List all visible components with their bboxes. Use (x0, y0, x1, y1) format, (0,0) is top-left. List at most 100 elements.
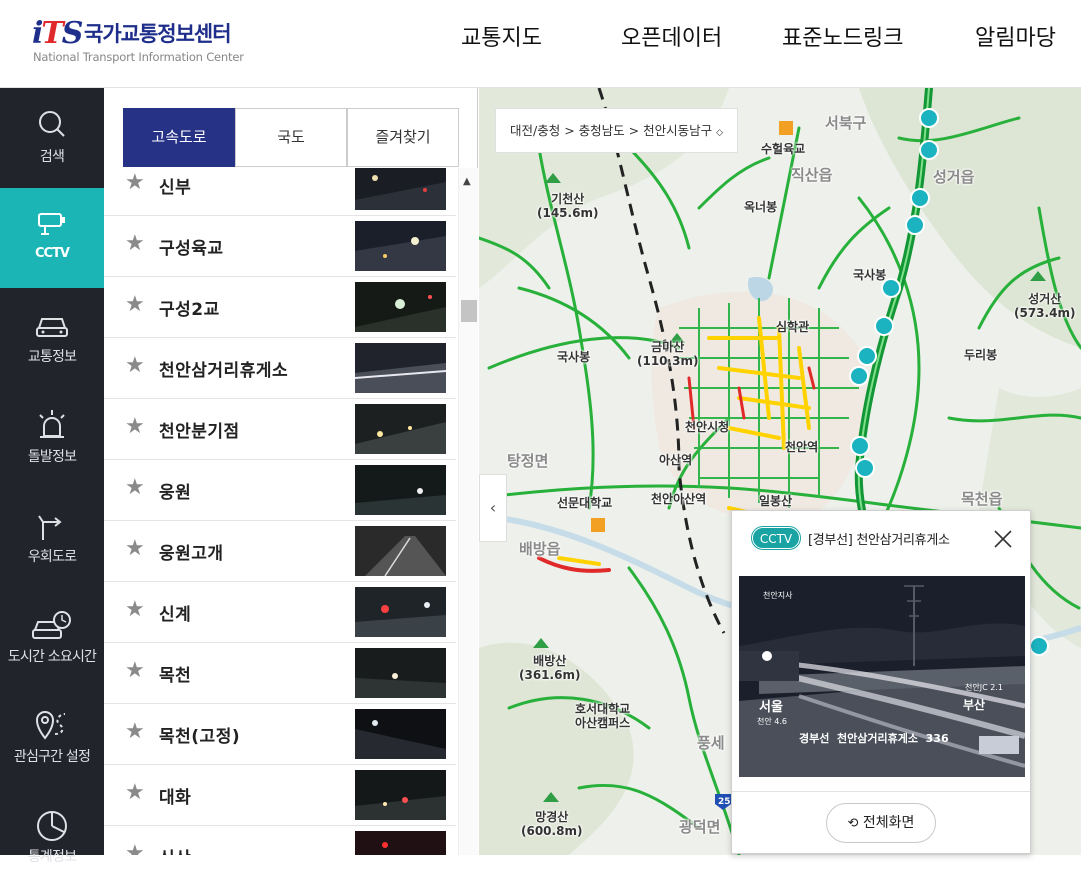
map-label: 심학관 (776, 320, 810, 334)
cctv-name: 대화 (159, 788, 192, 808)
search-icon (39, 111, 65, 137)
favorite-star-icon[interactable]: ★ (125, 538, 145, 560)
list-item[interactable]: ★ 대화 (104, 765, 456, 826)
cctv-thumbnail (355, 770, 446, 820)
favorite-star-icon[interactable]: ★ (125, 721, 145, 743)
sidebar-item-label: 도시간 소요시간 (7, 649, 97, 665)
dropdown-arrow-icon[interactable]: ◇ (716, 128, 723, 138)
favorite-star-icon[interactable]: ★ (125, 782, 145, 804)
favorite-star-icon[interactable]: ★ (125, 660, 145, 682)
favorite-star-icon[interactable]: ★ (125, 294, 145, 316)
fullscreen-refresh-icon: ⟲ (847, 816, 859, 831)
breadcrumb-separator: > (628, 123, 644, 138)
tab-expressway[interactable]: 고속도로 (123, 108, 235, 167)
cctv-thumbnail (355, 587, 446, 637)
cctv-icon (38, 213, 65, 235)
sidebar-item-stats[interactable]: 통계정보 (0, 788, 104, 888)
detour-icon (38, 515, 62, 540)
map-district-label: 성거읍 (933, 168, 975, 186)
fullscreen-button[interactable]: ⟲ 전체화면 (826, 803, 936, 843)
favorite-star-icon[interactable]: ★ (125, 416, 145, 438)
map-district-label: 광덕면 (679, 818, 721, 836)
sidebar-item-incident[interactable]: 돌발정보 (0, 388, 104, 488)
sidebar-item-label: 검색 (39, 149, 65, 165)
map-label: 수헐육교 (761, 142, 806, 156)
nav-traffic-map[interactable]: 교통지도 (461, 20, 542, 54)
breadcrumb-item[interactable]: 충청남도 (579, 123, 625, 138)
logo-subtitle: National Transport Information Center (33, 50, 244, 64)
logo-title: 국가교통정보센터 (84, 22, 232, 46)
video-overlay-text: 서울 (759, 700, 783, 715)
list-item[interactable]: ★ 목천 (104, 643, 456, 704)
its-logo[interactable]: iTS 국가교통정보센터 National Transport Informat… (32, 14, 272, 70)
cctv-thumbnail (355, 404, 446, 454)
nav-notice[interactable]: 알림마당 (975, 20, 1056, 54)
tab-favorites[interactable]: 즐겨찾기 (347, 108, 459, 167)
cctv-thumbnail (355, 465, 446, 515)
video-overlay-text: 부산 (963, 698, 986, 712)
cctv-thumbnail (355, 343, 446, 393)
sidebar-item-detour[interactable]: 우회도로 (0, 488, 104, 588)
nav-open-data[interactable]: 오픈데이터 (621, 20, 722, 54)
tab-national-road[interactable]: 국도 (235, 108, 347, 167)
favorite-star-icon[interactable]: ★ (125, 233, 145, 255)
list-item[interactable]: ★ 신계 (104, 582, 456, 643)
cctv-list-panel: 고속도로 국도 즐겨찾기 ★ 신부 ★ 구성육교 ★ 구성2교 ★ 천안삼거리휴… (104, 88, 478, 855)
video-overlay-text: 천안지사 (763, 591, 793, 600)
breadcrumb[interactable]: 대전/충청 > 충청남도 > 천안시동남구 ◇ (495, 108, 739, 153)
video-overlay-text: 천안JC 2.1 (965, 683, 1003, 692)
cctv-thumbnail (355, 831, 446, 855)
map-label-peak: 기천산 (145.6m) (537, 192, 599, 220)
map-label: 호서대학교 아산캠퍼스 (575, 702, 631, 730)
sidebar-item-label: 교통정보 (27, 349, 77, 365)
popup-title: [경부선] 천안삼거리휴게소 (808, 533, 950, 548)
cctv-name: 신산 (159, 844, 191, 855)
map-label: 국사봉 (557, 350, 591, 364)
cctv-thumbnail (355, 168, 446, 210)
cctv-badge: CCTV (752, 527, 800, 549)
list-item[interactable]: ★ 목천(고정) (104, 704, 456, 765)
list-item[interactable]: ★ 신산 (104, 826, 456, 855)
breadcrumb-item[interactable]: 대전/충청 (510, 123, 560, 138)
favorite-star-icon[interactable]: ★ (125, 477, 145, 499)
list-item[interactable]: ★ 구성육교 (104, 216, 456, 277)
favorite-star-icon[interactable]: ★ (125, 843, 145, 856)
nav-standard-node-link[interactable]: 표준노드링크 (782, 20, 903, 54)
list-scrollbar[interactable]: ▲ (458, 168, 478, 855)
sidebar-item-traffic[interactable]: 교통정보 (0, 288, 104, 388)
fullscreen-label: 전체화면 (862, 815, 915, 831)
map-label: 두리봉 (964, 348, 998, 362)
cctv-frame (739, 576, 1025, 777)
map-district-label: 풍세 (697, 734, 725, 752)
car-icon (36, 318, 68, 337)
cctv-thumbnail (355, 526, 446, 576)
map-label: 아산역 (659, 453, 693, 467)
favorite-star-icon[interactable]: ★ (125, 172, 145, 194)
list-item[interactable]: ★ 웅원 (104, 460, 456, 521)
pin-route-icon (35, 711, 66, 740)
left-sidebar: 검색 CCTV 교통정보 돌발정보 우회도로 도시간 소요시간 관심구간 설정 … (0, 88, 104, 865)
sidebar-item-interest-route[interactable]: 관심구간 설정 (0, 688, 104, 788)
favorite-star-icon[interactable]: ★ (125, 599, 145, 621)
list-item[interactable]: ★ 구성2교 (104, 277, 456, 338)
list-item[interactable]: ★ 천안삼거리휴게소 (104, 338, 456, 399)
list-item[interactable]: ★ 신부 (104, 168, 456, 216)
map-label: 천안시청 (685, 420, 730, 434)
sidebar-item-label: 돌발정보 (27, 449, 77, 465)
sidebar-item-search[interactable]: 검색 (0, 88, 104, 188)
cctv-thumbnail (355, 709, 446, 759)
breadcrumb-item[interactable]: 천안시동남구 (643, 123, 712, 138)
cctv-video[interactable]: 천안지사 서울 천안 4.6 천안JC 2.1 부산 경부선 천안삼거리휴게소 … (739, 576, 1025, 777)
close-icon[interactable] (992, 528, 1014, 550)
breadcrumb-separator: > (564, 123, 579, 138)
cctv-thumbnail (355, 282, 446, 332)
scroll-up-arrow-icon[interactable]: ▲ (463, 176, 471, 187)
sidebar-item-cctv[interactable]: CCTV (0, 188, 104, 288)
sidebar-item-intercity-time[interactable]: 도시간 소요시간 (0, 588, 104, 688)
scroll-thumb[interactable] (461, 300, 477, 322)
panel-collapse-button[interactable]: ‹ (479, 474, 507, 542)
list-item[interactable]: ★ 웅원고개 (104, 521, 456, 582)
list-item[interactable]: ★ 천안분기점 (104, 399, 456, 460)
favorite-star-icon[interactable]: ★ (125, 355, 145, 377)
cctv-thumbnail (355, 221, 446, 271)
